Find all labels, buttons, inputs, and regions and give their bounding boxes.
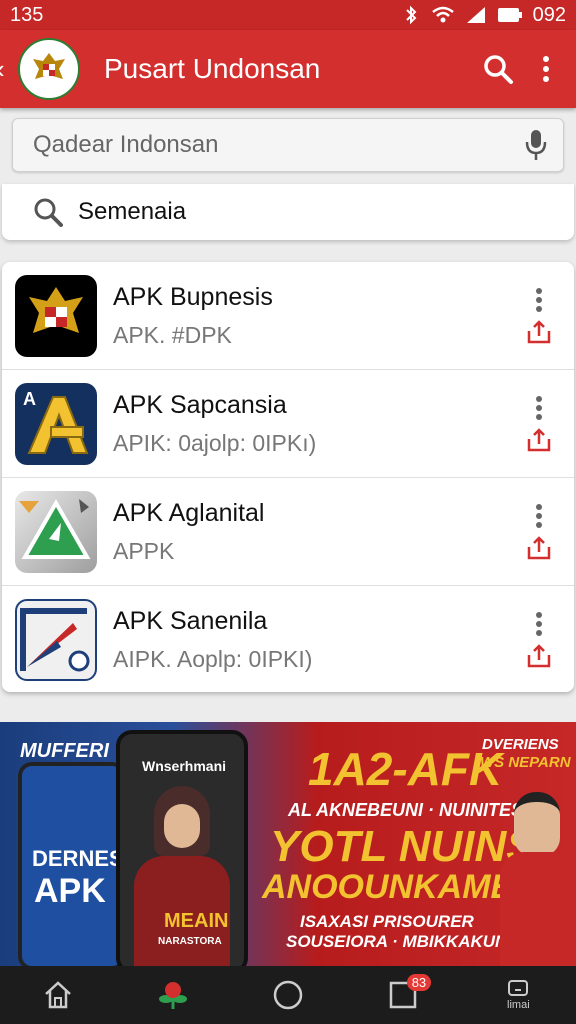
banner-headline-top: 1A2-AFK bbox=[308, 743, 503, 795]
app-title: APK Bupnesis bbox=[113, 282, 273, 311]
app-title: APK Sapcansia bbox=[113, 390, 287, 419]
search-bar bbox=[12, 118, 564, 172]
phone-bottom-text: MEAIN bbox=[164, 910, 229, 932]
home-circle-button[interactable] bbox=[258, 970, 318, 1020]
banner-corner-bottom: WS NEPARN bbox=[480, 754, 571, 771]
app-subtitle: APIK: 0ajolp: 0IPKı) bbox=[113, 429, 317, 456]
app-subtitle: AIPK. Aoplp: 0IPKI) bbox=[113, 646, 313, 672]
svg-text:A: A bbox=[23, 389, 36, 409]
banner-footer-1: ISAXASI PRISOURER bbox=[300, 912, 474, 931]
more-vert-icon[interactable] bbox=[535, 395, 543, 421]
nav-label: limai bbox=[507, 999, 530, 1011]
more-vert-icon[interactable] bbox=[535, 503, 543, 529]
app-subtitle: APPK bbox=[113, 537, 175, 564]
phone-small-text: NARASTORA bbox=[158, 936, 222, 947]
banner-footer-2: SOUSEIORA · MBIKKAKUNA bbox=[286, 932, 520, 951]
banner-headline-1: YOTL NUINS bbox=[270, 822, 536, 871]
share-icon[interactable] bbox=[526, 535, 552, 561]
search-input[interactable] bbox=[31, 130, 523, 160]
banner-headline-2: ANOOUNKAMES bbox=[262, 868, 536, 906]
garuda-emblem-icon bbox=[33, 53, 65, 79]
app-icon-sapcansia: A bbox=[15, 382, 97, 465]
extra-nav-button[interactable]: limai bbox=[488, 970, 548, 1020]
more-vert-icon bbox=[543, 56, 549, 82]
app-title: APK Sanenila bbox=[113, 607, 268, 635]
promo-banner[interactable]: MUFFERI DERNES APK Wnserhmani MEAIN NARA… bbox=[0, 722, 576, 966]
app-list: APK Bupnesis APK. #DPK A APK Sapcansia A… bbox=[2, 262, 574, 692]
phone-mockup-center: Wnserhmani MEAIN NARASTORA bbox=[116, 730, 248, 966]
row-actions bbox=[514, 287, 564, 345]
phone-text: DERNES bbox=[32, 846, 124, 871]
list-item[interactable]: A APK Sapcansia APIK: 0ajolp: 0IPKı) bbox=[2, 370, 574, 478]
status-time: 135 bbox=[10, 3, 44, 26]
list-item-text: APK Sanenila AIPK. Aoplp: 0IPKI) bbox=[113, 607, 514, 673]
list-item[interactable]: APK Sanenila AIPK. Aoplp: 0IPKI) bbox=[2, 586, 574, 692]
search-button[interactable] bbox=[474, 45, 522, 93]
status-icons: 092 bbox=[401, 4, 566, 27]
device-icon bbox=[508, 980, 529, 996]
share-icon[interactable] bbox=[526, 319, 552, 345]
row-actions bbox=[514, 395, 564, 453]
notification-badge: 83 bbox=[406, 974, 432, 991]
row-actions bbox=[514, 503, 564, 561]
app-title: APK Aglanital bbox=[113, 498, 265, 527]
phone-apk-text: APK bbox=[34, 872, 106, 910]
list-item[interactable]: APK Bupnesis APK. #DPK bbox=[2, 262, 574, 370]
list-item-text: APK Sapcansia APIK: 0ajolp: 0IPKı) bbox=[113, 391, 514, 457]
compass-icon bbox=[20, 608, 90, 672]
battery-icon bbox=[497, 8, 522, 22]
app-bar: ‹ Pusart Undonsan bbox=[0, 30, 576, 108]
recents-button[interactable]: 83 bbox=[373, 970, 433, 1020]
home-icon bbox=[44, 981, 71, 1009]
phone-header-text: Wnserhmani bbox=[142, 758, 227, 774]
bluetooth-icon bbox=[405, 5, 417, 25]
banner-corner-top: DVERIENS bbox=[482, 736, 559, 753]
man-figure bbox=[500, 792, 576, 966]
share-icon[interactable] bbox=[526, 427, 552, 453]
navigation-bar: 83 limai bbox=[0, 966, 576, 1024]
letter-a-icon: A bbox=[23, 389, 89, 454]
share-icon[interactable] bbox=[526, 643, 552, 669]
green-triangle-icon bbox=[19, 498, 91, 559]
search-icon bbox=[34, 198, 63, 227]
app-icon-aglanital bbox=[15, 490, 97, 573]
signal-icon bbox=[466, 7, 485, 23]
circle-icon bbox=[273, 980, 303, 1010]
search-icon bbox=[484, 55, 513, 84]
status-bar: 135 092 bbox=[0, 0, 576, 30]
more-vert-icon[interactable] bbox=[535, 287, 543, 313]
app-icon-garuda bbox=[15, 274, 97, 357]
list-item[interactable]: APK Aglanital APPK bbox=[2, 478, 574, 586]
page-title: Pusart Undonsan bbox=[104, 53, 321, 84]
list-item-text: APK Bupnesis APK. #DPK bbox=[113, 283, 514, 349]
garuda-logo bbox=[18, 38, 80, 100]
row-actions bbox=[514, 611, 564, 669]
banner-left-label: MUFFERI bbox=[20, 740, 109, 762]
back-arrow-icon[interactable]: ‹ bbox=[0, 54, 12, 85]
search-suggestion[interactable]: Semenaia bbox=[2, 184, 574, 240]
mic-icon[interactable] bbox=[523, 128, 549, 162]
wifi-icon bbox=[431, 6, 454, 23]
list-item-text: APK Aglanital APPK bbox=[113, 499, 514, 565]
garuda-icon bbox=[29, 286, 83, 333]
phone-mockup-left: DERNES APK bbox=[18, 762, 126, 966]
overflow-menu-button[interactable] bbox=[522, 45, 570, 93]
banner-subheadline: AL AKNEBEUNI · NUINITESR bbox=[288, 800, 537, 820]
battery-level: 092 bbox=[532, 3, 566, 26]
more-vert-icon[interactable] bbox=[535, 611, 543, 637]
app-subtitle: APK. #DPK bbox=[113, 321, 232, 348]
home-button[interactable] bbox=[28, 970, 88, 1020]
app-icon-sanenila bbox=[15, 599, 97, 681]
flower-icon bbox=[158, 982, 187, 1009]
suggestion-text: Semenaia bbox=[78, 198, 187, 225]
app-shortcut-button[interactable] bbox=[143, 970, 203, 1020]
